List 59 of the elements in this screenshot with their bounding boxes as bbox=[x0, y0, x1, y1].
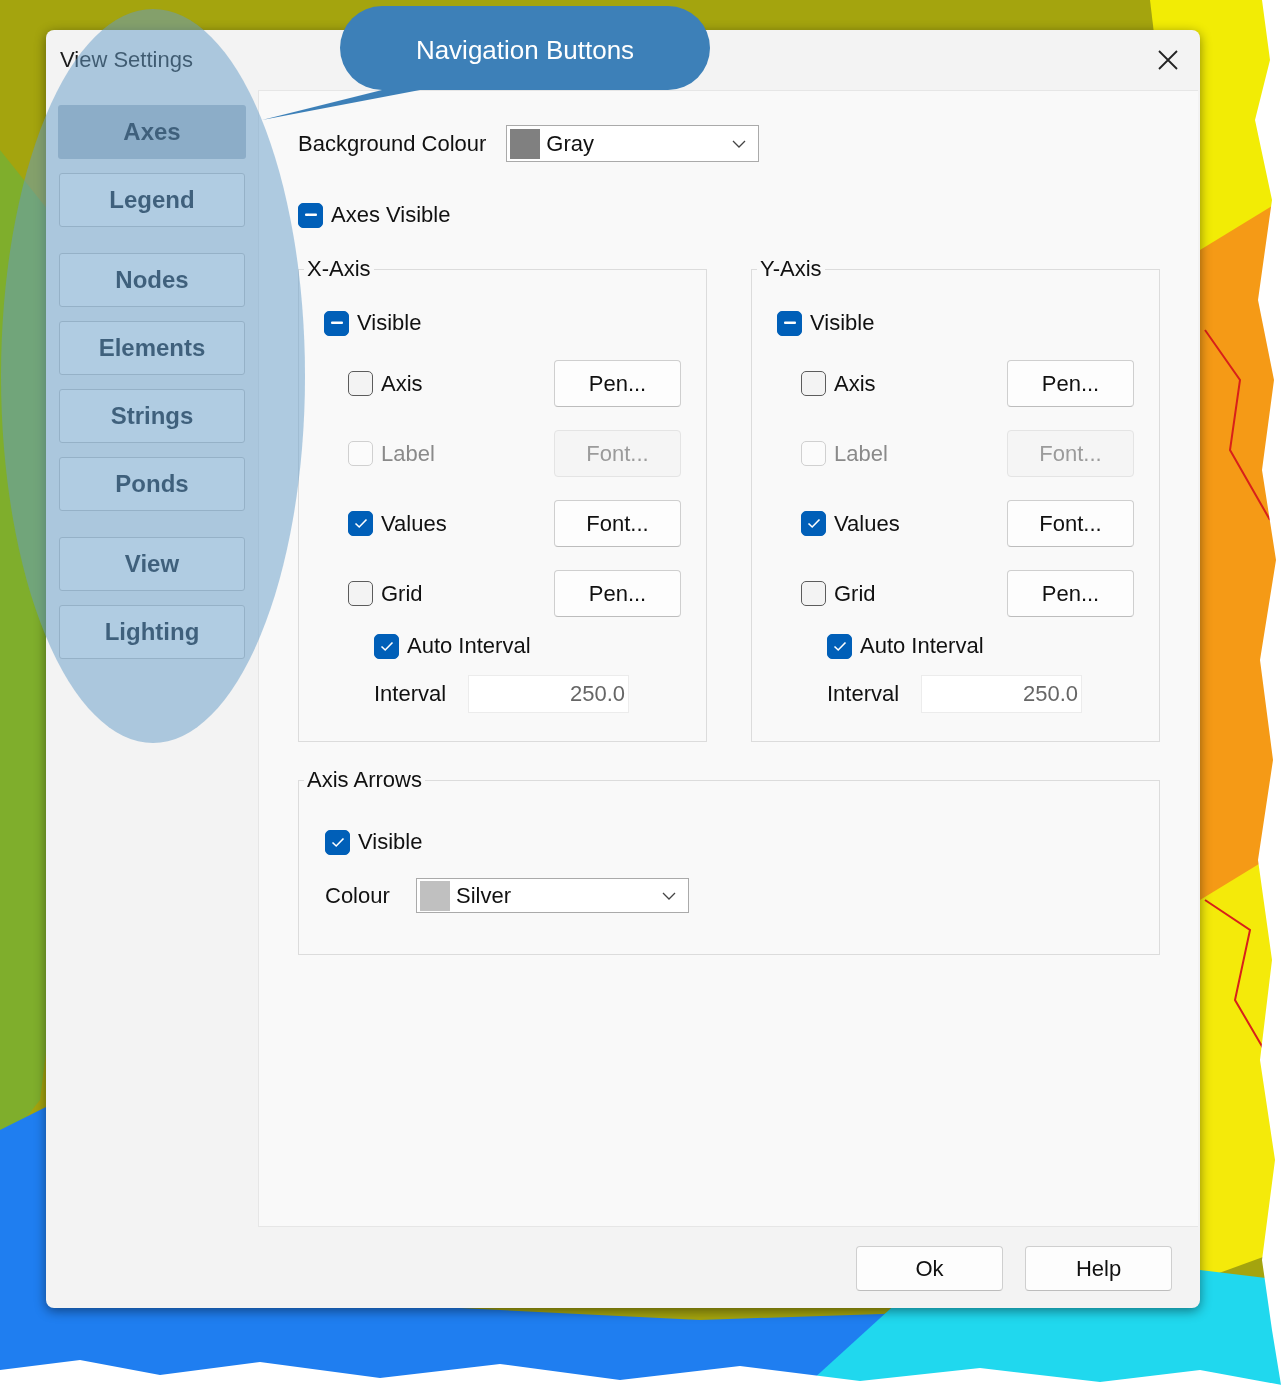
checkbox[interactable] bbox=[348, 511, 373, 536]
checkbox[interactable] bbox=[801, 371, 826, 396]
checkbox-label[interactable]: Values bbox=[381, 510, 447, 537]
callout-text: Navigation Buttons bbox=[414, 34, 636, 67]
options-button[interactable]: Pen... bbox=[1007, 570, 1134, 617]
nav-button[interactable]: Ponds bbox=[59, 457, 245, 511]
dash-icon bbox=[783, 321, 796, 325]
colour-dropdown[interactable]: Gray bbox=[506, 125, 760, 162]
checkbox[interactable] bbox=[348, 581, 373, 606]
checkbox-label[interactable]: Visible bbox=[358, 829, 423, 855]
checkbox-label[interactable]: Grid bbox=[834, 580, 876, 607]
checkbox-label[interactable]: Auto Interval bbox=[860, 633, 984, 659]
nav-button[interactable]: Nodes bbox=[59, 253, 245, 307]
check-icon bbox=[330, 836, 345, 848]
close-icon[interactable] bbox=[1158, 50, 1178, 70]
caret-icon bbox=[662, 891, 676, 900]
checkbox[interactable] bbox=[374, 633, 399, 659]
field-label: Interval bbox=[374, 681, 448, 707]
options-button[interactable]: Pen... bbox=[1007, 360, 1134, 407]
checkbox[interactable] bbox=[298, 202, 323, 228]
nav-button[interactable]: Legend bbox=[59, 173, 245, 227]
dash-icon bbox=[304, 213, 317, 217]
checkbox[interactable] bbox=[348, 371, 373, 396]
nav-button[interactable]: Lighting bbox=[59, 605, 245, 659]
options-button[interactable]: Font... bbox=[554, 500, 681, 547]
interval-field[interactable]: 250.0 bbox=[921, 675, 1082, 713]
field-label: Background Colour bbox=[298, 130, 487, 157]
interval-field[interactable]: 250.0 bbox=[468, 675, 629, 713]
checkbox[interactable] bbox=[777, 310, 802, 336]
options-button[interactable]: Font... bbox=[1007, 500, 1134, 547]
check-icon bbox=[353, 518, 368, 529]
dialog-button[interactable]: Help bbox=[1025, 1246, 1172, 1291]
nav-button[interactable]: View bbox=[59, 537, 245, 591]
nav-button[interactable]: Strings bbox=[59, 389, 245, 443]
options-button[interactable]: Pen... bbox=[554, 360, 681, 407]
check-icon bbox=[806, 518, 821, 529]
caret-icon bbox=[732, 139, 747, 148]
dialog-button[interactable]: Ok bbox=[856, 1246, 1003, 1291]
check-icon bbox=[832, 640, 847, 652]
checkbox-label[interactable]: Axis bbox=[381, 370, 423, 397]
colour-dropdown[interactable]: Silver bbox=[416, 878, 689, 913]
checkbox[interactable] bbox=[827, 633, 852, 659]
checkbox-label[interactable]: Axes Visible bbox=[331, 202, 451, 228]
options-button[interactable]: Pen... bbox=[554, 570, 681, 617]
checkbox[interactable] bbox=[325, 829, 350, 855]
field-label: Interval bbox=[827, 681, 901, 707]
checkbox[interactable] bbox=[324, 310, 349, 336]
field-label: Colour bbox=[325, 882, 391, 909]
checkbox-label[interactable]: Axis bbox=[834, 370, 876, 397]
checkbox-label[interactable]: Grid bbox=[381, 580, 423, 607]
nav-button[interactable]: Elements bbox=[59, 321, 245, 375]
checkbox[interactable] bbox=[801, 581, 826, 606]
checkbox-label[interactable]: Values bbox=[834, 510, 900, 537]
checkbox[interactable] bbox=[801, 511, 826, 536]
checkbox-label[interactable]: Visible bbox=[357, 310, 422, 336]
checkbox-label[interactable]: Visible bbox=[810, 310, 875, 336]
check-icon bbox=[379, 640, 394, 652]
checkbox-label[interactable]: Auto Interval bbox=[407, 633, 531, 659]
dash-icon bbox=[330, 321, 343, 325]
